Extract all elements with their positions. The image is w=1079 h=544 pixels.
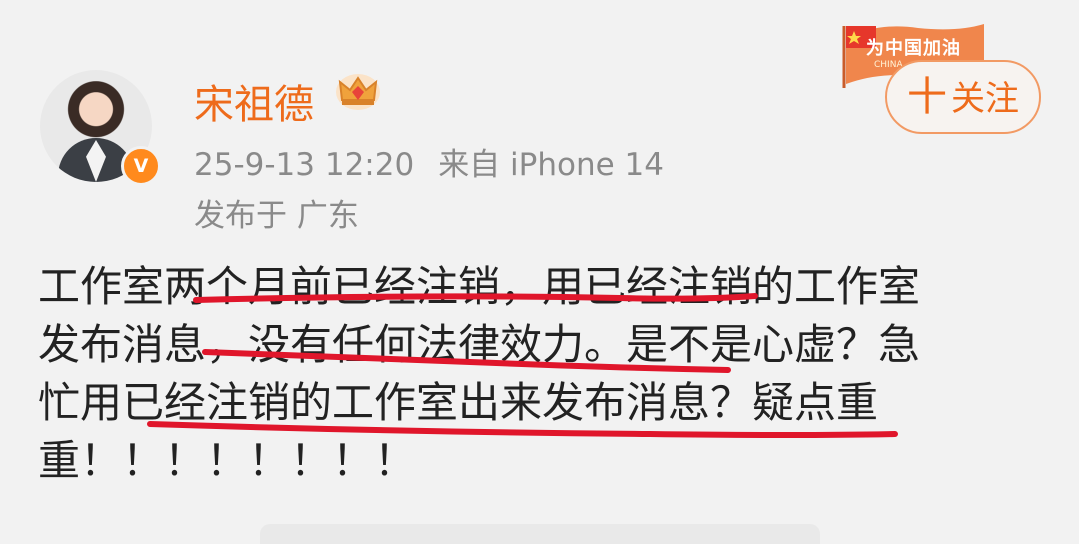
post-location: 发布于 广东 (194, 198, 359, 234)
content-line: 发布消息，没有任何法律效力。是不是心虚？急 (38, 320, 921, 369)
post-source: 来自 iPhone 14 (438, 147, 664, 183)
badge-text: 为中国加油 (866, 38, 961, 59)
timestamp: 25-9-13 12:20 (194, 147, 415, 183)
content-line: 工作室两个月前已经注销，用已经注销的工作室 (38, 262, 921, 311)
follow-label: 关注 (951, 79, 1019, 119)
crown-icon (336, 74, 380, 110)
content-line: 重！！！！！！！！ (38, 436, 417, 485)
next-item-edge (260, 524, 820, 544)
verified-badge-icon: V (121, 146, 161, 186)
plus-icon: 十 (907, 74, 947, 120)
content-line: 忙用已经注销的工作室出来发布消息？疑点重 (38, 378, 879, 427)
follow-button[interactable]: 十关注 (885, 60, 1041, 134)
username[interactable]: 宋祖德 (194, 72, 314, 130)
post-content: 工作室两个月前已经注销，用已经注销的工作室 发布消息，没有任何法律效力。是不是心… (38, 258, 1038, 490)
post-meta: 25-9-13 12:20 来自 iPhone 14 (194, 139, 664, 184)
weibo-post-card: 为中国加油 CHINA V 宋祖德 25-9-13 12:20 来自 iPhone… (0, 0, 1079, 544)
